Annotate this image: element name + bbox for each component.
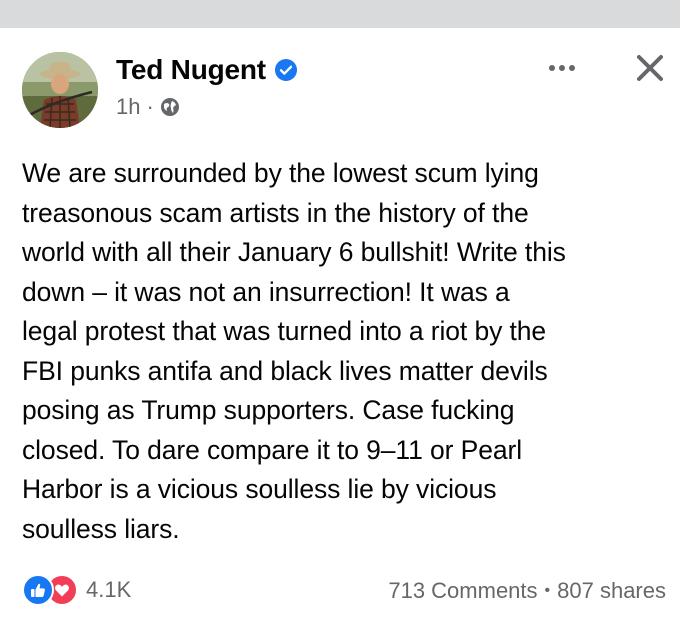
meta-separator: · (146, 94, 154, 119)
more-dot (549, 65, 555, 71)
globe-icon[interactable] (160, 97, 180, 117)
top-strip (0, 0, 680, 28)
verified-badge-icon (274, 58, 298, 82)
author-name[interactable]: Ted Nugent (116, 54, 266, 86)
post-text: We are surrounded by the lowest scum lyi… (22, 158, 566, 544)
avatar[interactable] (22, 52, 98, 128)
comments-count[interactable]: 713 Comments (388, 578, 537, 604)
post-stats: 713 Comments • 807 shares (388, 578, 666, 604)
stats-separator: • (544, 582, 551, 599)
reactions-summary[interactable]: 4.1K (22, 574, 131, 606)
more-dot (559, 65, 565, 71)
like-reaction-icon (22, 574, 54, 606)
close-icon[interactable] (632, 50, 668, 86)
avatar-image (22, 52, 98, 128)
post-meta: 1h · (116, 94, 180, 120)
more-options-icon[interactable] (542, 56, 582, 80)
shares-count[interactable]: 807 shares (557, 578, 666, 604)
author-row: Ted Nugent (116, 54, 298, 86)
post-time[interactable]: 1h (116, 94, 140, 120)
reaction-count: 4.1K (86, 577, 132, 602)
post-card: Ted Nugent 1h · We are surrounded by the (0, 28, 680, 634)
more-dot (569, 65, 575, 71)
